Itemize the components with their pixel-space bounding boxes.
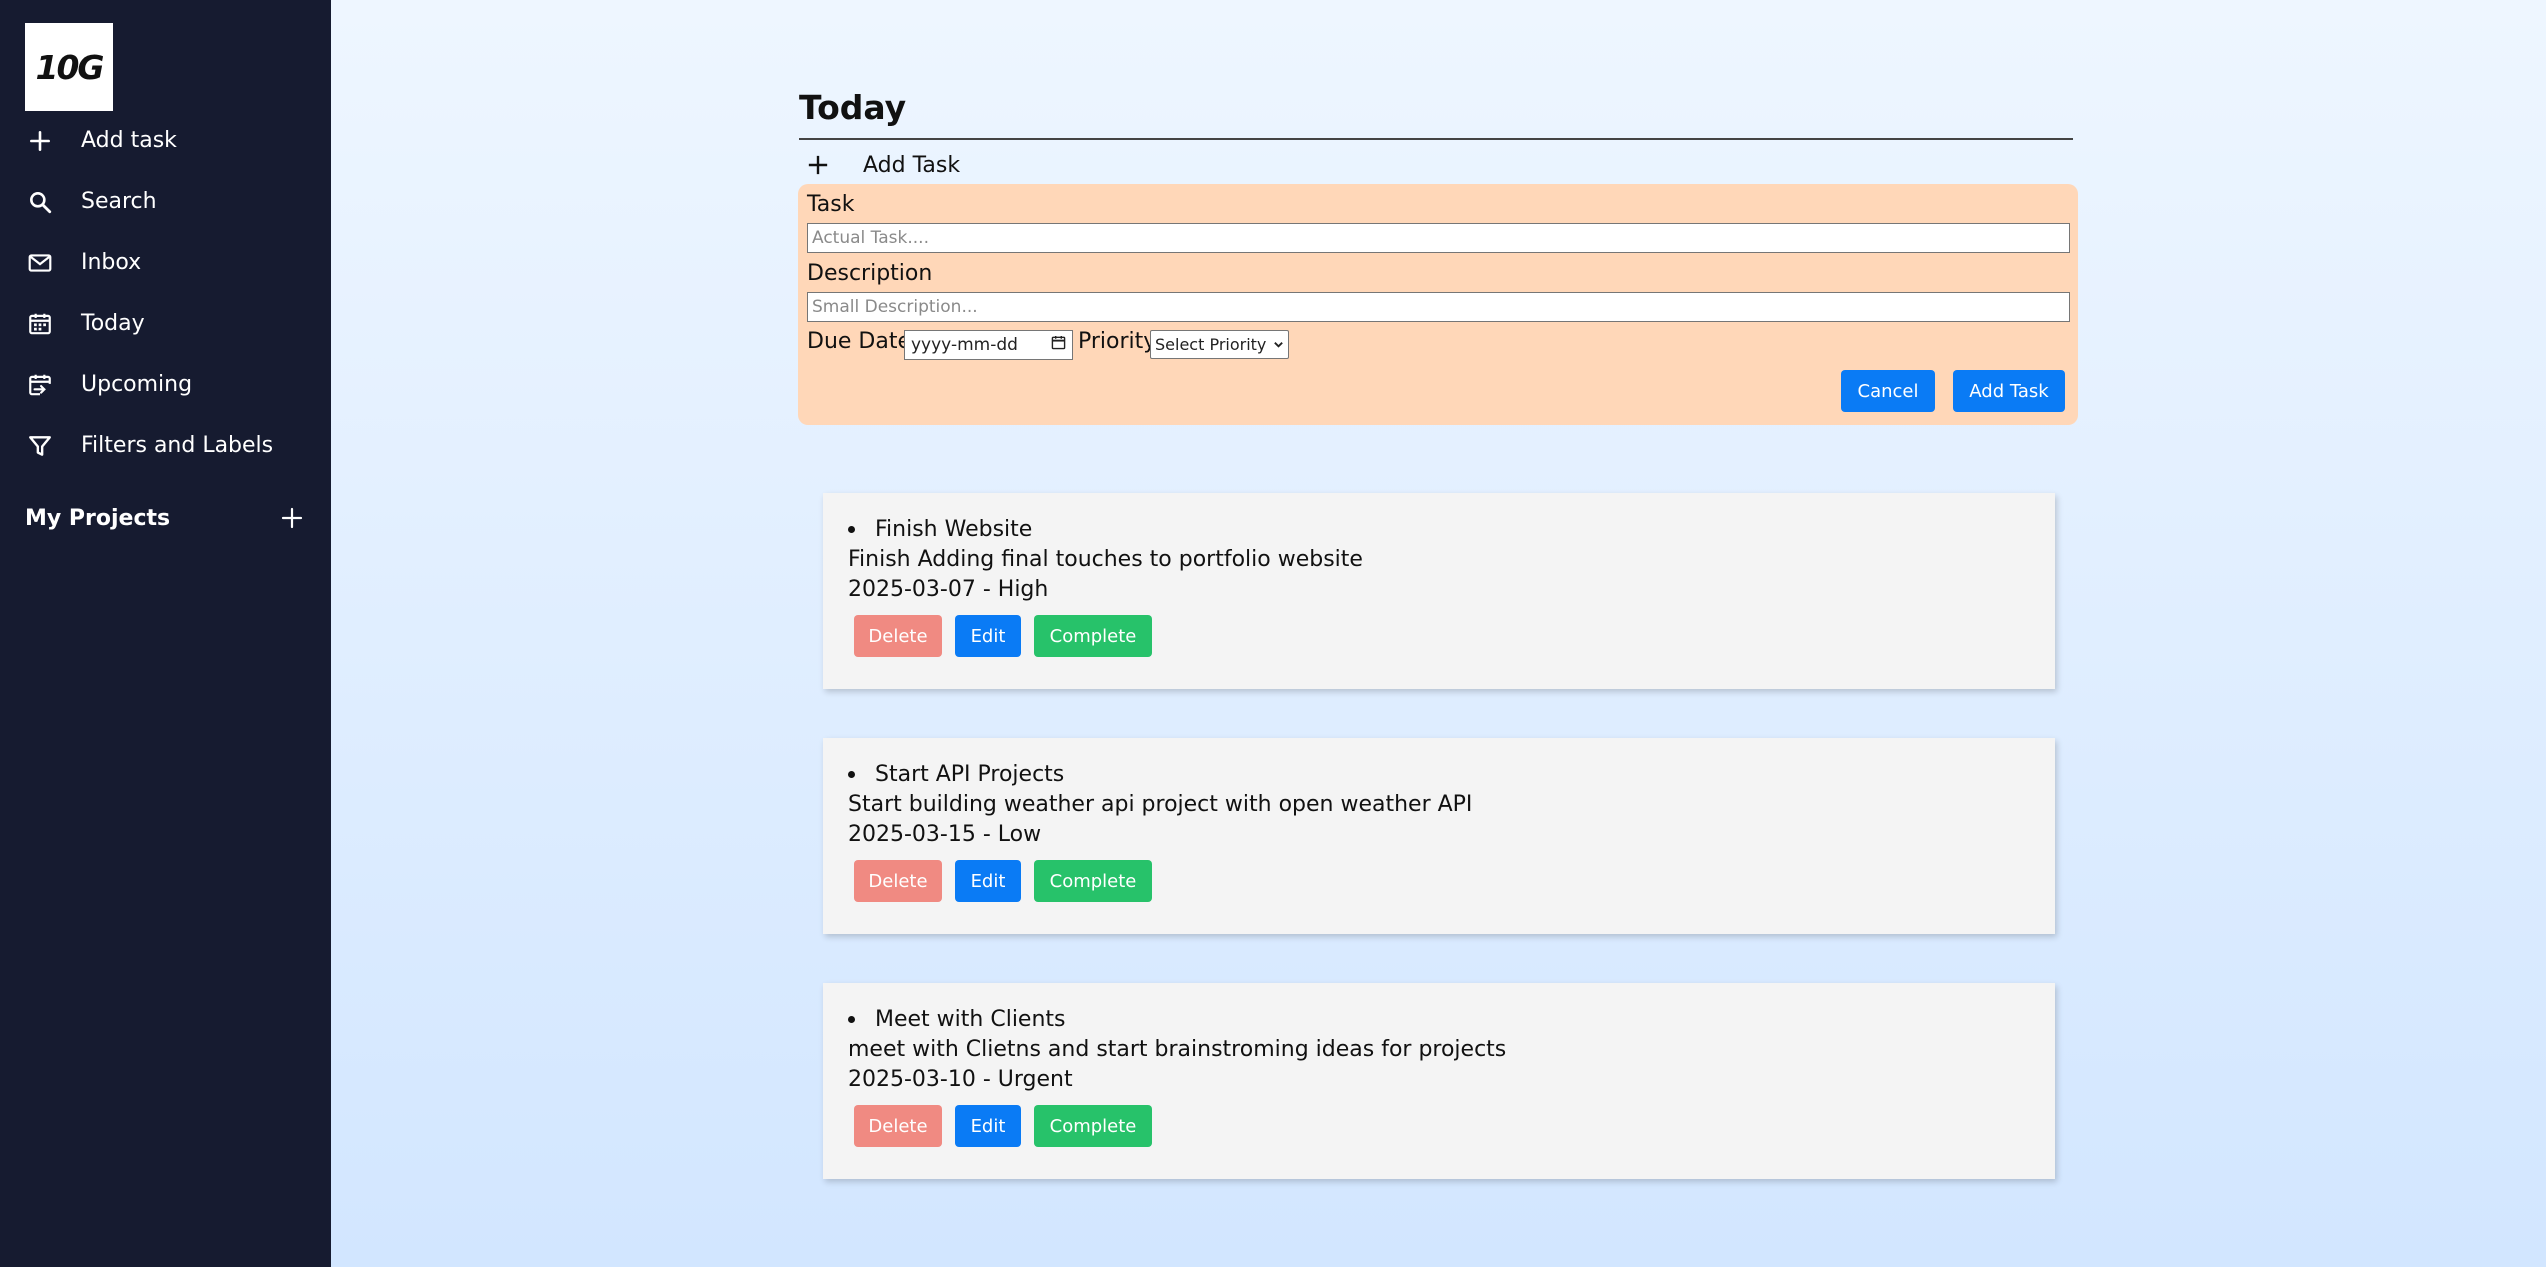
add-task-form: Task Description Due Date yyyy-mm-dd Pri… xyxy=(798,184,2078,425)
plus-icon xyxy=(281,507,303,529)
add-task-button[interactable]: Add Task xyxy=(1953,370,2065,412)
plus-icon xyxy=(806,153,830,177)
task-title: Finish Website xyxy=(875,517,1033,542)
edit-button[interactable]: Edit xyxy=(955,615,1021,657)
sidebar-item-label: Filters and Labels xyxy=(81,433,274,458)
task-label: Task xyxy=(807,192,855,217)
chevron-down-icon xyxy=(1273,335,1284,354)
my-projects-header: My Projects xyxy=(25,498,305,538)
add-project-button[interactable] xyxy=(279,505,305,531)
due-date-label: Due Date xyxy=(807,329,911,354)
bullet xyxy=(848,526,855,533)
filter-icon xyxy=(27,433,53,459)
app-logo[interactable]: 10G xyxy=(25,23,113,111)
priority-label: Priority xyxy=(1078,329,1157,354)
complete-button[interactable]: Complete xyxy=(1034,1105,1152,1147)
mail-icon xyxy=(27,250,53,276)
task-card: Meet with Clients meet with Clietns and … xyxy=(823,983,2055,1179)
sidebar-item-filters[interactable]: Filters and Labels xyxy=(0,415,331,476)
task-title: Meet with Clients xyxy=(875,1007,1066,1032)
sidebar-item-label: Add task xyxy=(81,128,177,153)
plus-icon xyxy=(27,128,53,154)
task-card: Start API Projects Start building weathe… xyxy=(823,738,2055,934)
task-meta: 2025-03-15 - Low xyxy=(848,822,1042,847)
title-divider xyxy=(799,138,2073,140)
sidebar-item-today[interactable]: Today xyxy=(0,293,331,354)
sidebar-item-label: Upcoming xyxy=(81,372,193,397)
priority-selected-value: Select Priority xyxy=(1155,335,1267,354)
calendar-arrow-icon xyxy=(27,372,53,398)
calendar-icon xyxy=(27,311,53,337)
page-title: Today xyxy=(799,88,907,127)
task-description: meet with Clietns and start brainstromin… xyxy=(848,1037,1507,1062)
sidebar-item-label: Search xyxy=(81,189,157,214)
sidebar: 10G Add task Search Inbox Today Upcoming… xyxy=(0,0,331,1267)
sidebar-nav: Add task Search Inbox Today Upcoming Fil… xyxy=(0,110,331,476)
task-meta: 2025-03-07 - High xyxy=(848,577,1049,602)
sidebar-item-upcoming[interactable]: Upcoming xyxy=(0,354,331,415)
bullet xyxy=(848,771,855,778)
delete-button[interactable]: Delete xyxy=(854,1105,942,1147)
task-card: Finish Website Finish Adding final touch… xyxy=(823,493,2055,689)
task-input[interactable] xyxy=(807,223,2070,253)
add-task-label: Add Task xyxy=(863,152,961,178)
task-description: Finish Adding final touches to portfolio… xyxy=(848,547,1363,572)
priority-select[interactable]: Select Priority xyxy=(1150,330,1289,359)
complete-button[interactable]: Complete xyxy=(1034,860,1152,902)
edit-button[interactable]: Edit xyxy=(955,1105,1021,1147)
task-description: Start building weather api project with … xyxy=(848,792,1473,817)
main-content: Today Add Task Task Description Due Date… xyxy=(331,0,2546,1267)
description-input[interactable] xyxy=(807,292,2070,322)
bullet xyxy=(848,1016,855,1023)
delete-button[interactable]: Delete xyxy=(854,615,942,657)
edit-button[interactable]: Edit xyxy=(955,860,1021,902)
delete-button[interactable]: Delete xyxy=(854,860,942,902)
sidebar-item-inbox[interactable]: Inbox xyxy=(0,232,331,293)
complete-button[interactable]: Complete xyxy=(1034,615,1152,657)
description-label: Description xyxy=(807,261,933,286)
due-date-value: yyyy-mm-dd xyxy=(911,335,1018,355)
sidebar-item-label: Inbox xyxy=(81,250,142,275)
my-projects-label: My Projects xyxy=(25,505,171,531)
sidebar-item-label: Today xyxy=(81,311,145,336)
calendar-picker-icon[interactable] xyxy=(1051,335,1066,355)
add-task-toggle[interactable]: Add Task xyxy=(806,150,960,180)
cancel-button[interactable]: Cancel xyxy=(1841,370,1935,412)
task-title: Start API Projects xyxy=(875,762,1065,787)
task-meta: 2025-03-10 - Urgent xyxy=(848,1067,1073,1092)
sidebar-item-search[interactable]: Search xyxy=(0,171,331,232)
sidebar-item-add-task[interactable]: Add task xyxy=(0,110,331,171)
due-date-input[interactable]: yyyy-mm-dd xyxy=(904,330,1073,360)
search-icon xyxy=(27,189,53,215)
